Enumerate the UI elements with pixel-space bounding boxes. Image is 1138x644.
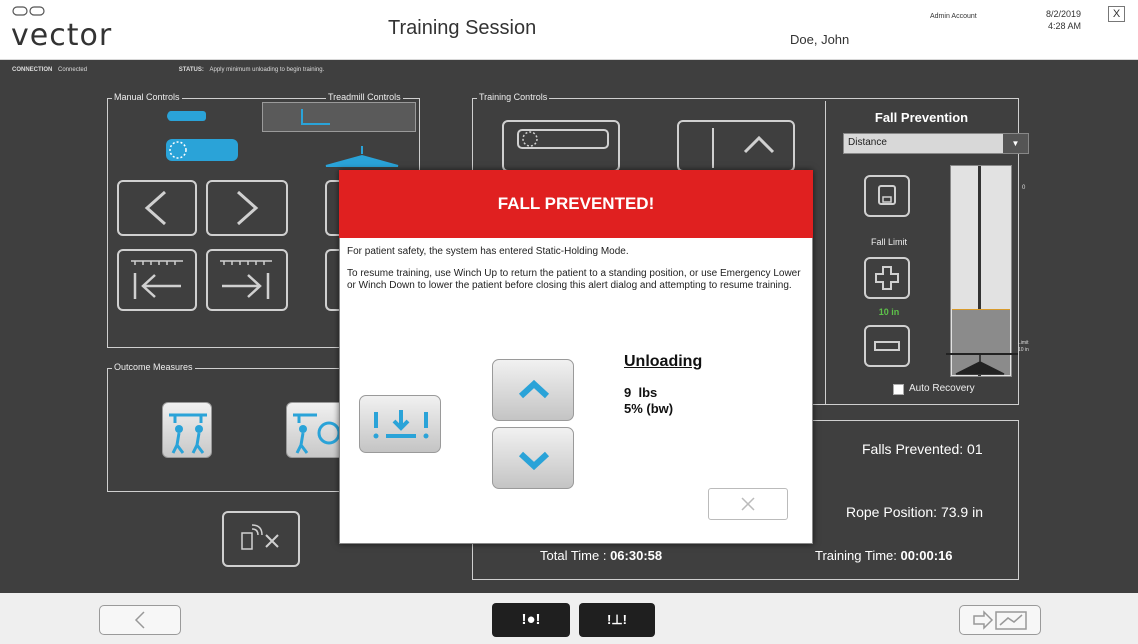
fall-prevention-mode-select[interactable]: Distance: [843, 133, 1029, 154]
increase-fall-limit-button[interactable]: [864, 257, 910, 299]
dialog-message-1: For patient safety, the system has enter…: [347, 246, 629, 257]
close-icon: [741, 497, 755, 511]
winch-outline-icon: [517, 129, 609, 149]
fall-limit-value: 10 in: [878, 307, 900, 317]
training-winch-button[interactable]: [502, 120, 620, 172]
outcome-measures-title: Outcome Measures: [112, 362, 195, 372]
static-hold-button[interactable]: !⊥!: [579, 603, 655, 637]
status-value: Apply minimum unloading to begin trainin…: [209, 67, 325, 73]
move-left-button[interactable]: [117, 180, 197, 236]
wireless-disconnect-icon: [241, 524, 279, 550]
account-label[interactable]: Admin Account: [930, 13, 977, 20]
total-time-label: Total Time :: [540, 548, 611, 563]
connection-label: CONNECTION: [12, 67, 53, 73]
dialog-title: FALL PREVENTED!: [339, 170, 813, 238]
gauge-limit-mark: Limit 10 in: [1018, 340, 1029, 354]
gauge-zero-mark: 0: [1022, 185, 1026, 191]
wireless-disconnect-button[interactable]: [222, 511, 300, 567]
emergency-stop-button[interactable]: !●!: [492, 603, 570, 637]
winch-down-button[interactable]: [492, 427, 574, 489]
minus-icon: [874, 341, 900, 351]
walking-test-icon: [169, 413, 207, 454]
training-time: Training Time: 00:00:16: [815, 548, 953, 563]
gauge-limit-label: Limit: [1018, 340, 1029, 346]
rope-position-readout: Rope Position: 73.9 in: [846, 504, 983, 520]
next-button[interactable]: [959, 605, 1041, 635]
chevron-right-icon: [237, 190, 259, 226]
close-window-button[interactable]: X: [1108, 6, 1125, 22]
dropdown-arrow-icon[interactable]: ▼: [1003, 134, 1028, 153]
date-text: 8/2/2019: [1045, 9, 1081, 19]
header-bar: [0, 0, 1138, 60]
manual-controls-title: Manual Controls: [112, 92, 182, 102]
fall-prevention-title: Fall Prevention: [874, 110, 969, 125]
move-to-end-icon: [220, 260, 272, 299]
harness-icon: [946, 353, 1018, 375]
dialog-message-2: To resume training, use Winch Up to retu…: [347, 268, 801, 291]
move-to-start-icon: [131, 260, 183, 299]
move-right-button[interactable]: [206, 180, 288, 236]
total-time: Total Time : 06:30:58: [540, 548, 662, 563]
training-time-value: 00:00:16: [900, 548, 953, 563]
connection-value: Connected: [58, 67, 88, 73]
total-time-value: 06:30:58: [610, 548, 663, 563]
outcome-measure-walk-button[interactable]: [162, 402, 212, 458]
logo-mark-icon: [12, 6, 45, 16]
logo: vector: [11, 18, 113, 53]
chevron-left-icon: [134, 611, 145, 629]
page-title: Training Session: [388, 17, 537, 39]
treadmill-controls-title: Treadmill Controls: [326, 92, 403, 102]
falls-prevented-count: Falls Prevented: 01: [862, 441, 983, 457]
time-text: 4:28 AM: [1047, 21, 1081, 31]
unloading-lbs: 9 lbs: [624, 385, 658, 400]
treadmill-harness-icon[interactable]: [322, 144, 402, 168]
plus-icon: [875, 266, 899, 290]
chevron-left-icon: [144, 190, 166, 226]
patient-name: Doe, John: [790, 32, 850, 47]
winch-hold-button[interactable]: [359, 395, 441, 453]
training-controls-title: Training Controls: [477, 92, 550, 102]
unloading-title: Unloading: [624, 353, 703, 370]
training-time-label: Training Time:: [815, 548, 901, 563]
move-to-start-button[interactable]: [117, 249, 197, 311]
raise-chevron-icon: [712, 128, 775, 168]
gauge-limit-value: 10 in: [1018, 347, 1029, 353]
training-height-button[interactable]: [677, 120, 795, 172]
chevron-down-icon: [518, 451, 550, 471]
save-icon: [878, 185, 896, 205]
winch-unit-icon[interactable]: [160, 135, 240, 165]
outcome-measure-balance-button[interactable]: [286, 402, 346, 458]
chevron-up-icon: [518, 379, 550, 399]
fall-limit-label: Fall Limit: [870, 237, 907, 247]
save-fall-limit-button[interactable]: [864, 175, 910, 217]
back-button[interactable]: [99, 605, 181, 635]
move-to-end-button[interactable]: [206, 249, 288, 311]
decrease-fall-limit-button[interactable]: [864, 325, 910, 367]
exit-to-report-icon: [973, 610, 1027, 630]
winch-up-button[interactable]: [492, 359, 574, 421]
unloading-bodyweight: 5% (bw): [624, 401, 674, 416]
treadmill-controls-tab[interactable]: [262, 102, 416, 132]
treadmill-icon: [301, 109, 330, 125]
winch-small-icon: [167, 111, 206, 121]
auto-recovery-checkbox[interactable]: [893, 384, 904, 395]
date-time: 8/2/2019 4:28 AM: [1031, 8, 1081, 32]
dialog-close-button[interactable]: [708, 488, 788, 520]
balance-test-icon: [293, 413, 341, 454]
status-bar: CONNECTION Connected STATUS: Apply minim…: [12, 67, 328, 73]
auto-recovery-label: Auto Recovery: [909, 383, 975, 394]
status-label: STATUS:: [178, 67, 204, 73]
static-hold-icon: [373, 410, 429, 439]
